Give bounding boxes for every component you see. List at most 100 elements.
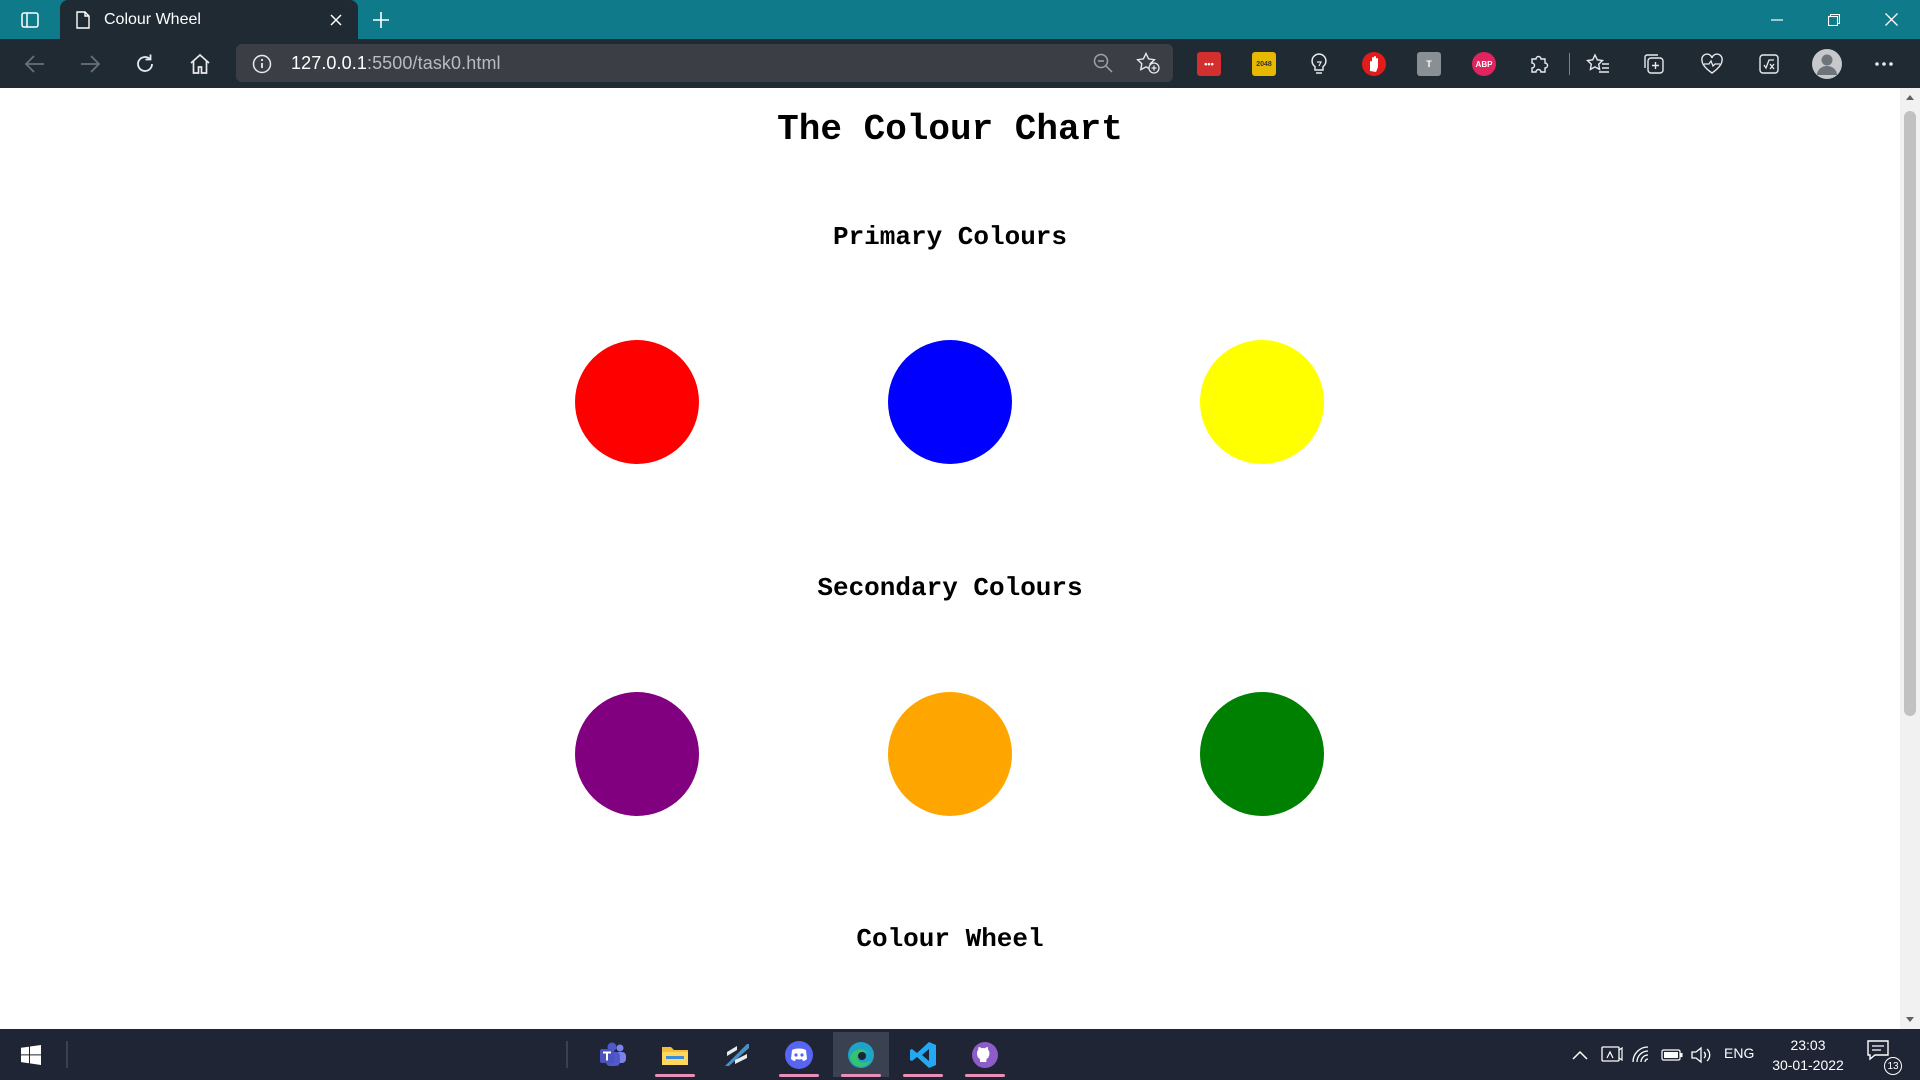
show-hidden-icons-button[interactable] (1568, 1043, 1592, 1067)
discord-app[interactable] (771, 1032, 827, 1077)
favorites-star-icon (1586, 53, 1609, 73)
dots-extension-icon[interactable]: ••• (1197, 52, 1221, 76)
scroll-down-button[interactable] (1900, 1011, 1920, 1029)
page-title: The Colour Chart (777, 109, 1123, 150)
folder-icon (662, 1046, 688, 1065)
notification-count-badge: 13 (1884, 1057, 1902, 1075)
colour-wheel-heading: Colour Wheel (856, 924, 1044, 954)
editor-icon (725, 1043, 749, 1066)
close-window-icon (1884, 13, 1898, 26)
back-button[interactable] (17, 46, 53, 82)
caret-up-icon (1906, 95, 1914, 100)
extensions-puzzle-icon[interactable] (1527, 52, 1551, 76)
battery-tray-icon[interactable] (1660, 1043, 1684, 1067)
language-indicator[interactable]: ENG (1724, 1045, 1754, 1061)
page-icon (76, 10, 90, 29)
address-bar[interactable]: 127.0.0.1:5500/task0.html (236, 44, 1173, 82)
running-indicator (965, 1074, 1005, 1077)
secondary-circle-green (1200, 692, 1324, 816)
close-icon (330, 13, 342, 26)
windows-logo-icon (21, 1044, 41, 1065)
primary-circle-blue (888, 340, 1012, 464)
network-tray-icon[interactable] (1630, 1043, 1654, 1067)
home-button[interactable] (182, 46, 218, 82)
collections-button[interactable] (1642, 52, 1666, 76)
scroll-up-button[interactable] (1900, 88, 1920, 106)
sublime-app[interactable] (709, 1032, 765, 1077)
arrow-right-icon (81, 55, 100, 73)
tab-actions-button[interactable] (10, 6, 50, 33)
site-info-icon[interactable] (252, 54, 272, 74)
primary-colours-heading: Primary Colours (832, 222, 1068, 252)
hand-extension-icon[interactable] (1362, 52, 1386, 76)
scrollbar-thumb[interactable] (1904, 111, 1916, 716)
url-text[interactable]: 127.0.0.1:5500/task0.html (291, 53, 501, 74)
github-desktop-app[interactable] (957, 1032, 1013, 1077)
refresh-button[interactable] (127, 46, 163, 82)
discord-icon (785, 1040, 813, 1069)
tab-colour-wheel[interactable]: Colour Wheel (60, 0, 358, 39)
minimize-button[interactable] (1748, 0, 1806, 39)
taskbar-clock[interactable]: 23:03 30-01-2022 (1766, 1035, 1850, 1075)
restore-button[interactable] (1805, 0, 1863, 39)
url-path: :5500/task0.html (366, 53, 501, 73)
meet-now-button[interactable] (1600, 1043, 1624, 1067)
windows-taskbar: ENG 23:03 30-01-2022 13 (0, 1029, 1920, 1080)
browser-essentials-button[interactable] (1700, 52, 1724, 76)
file-explorer-app[interactable] (647, 1032, 703, 1077)
volume-tray-icon[interactable] (1690, 1043, 1714, 1067)
running-indicator (655, 1074, 695, 1077)
notification-center-button[interactable]: 13 (1866, 1039, 1902, 1075)
chevron-up-icon (1572, 1050, 1588, 1060)
arrow-left-icon (25, 55, 44, 73)
heart-pulse-icon (1701, 53, 1723, 74)
browser-toolbar: 127.0.0.1:5500/task0.html ••• 2048 T ABP (0, 39, 1920, 88)
url-host: 127.0.0.1 (291, 53, 367, 73)
adblock-plus-icon[interactable]: ABP (1472, 52, 1496, 76)
speaker-icon (1691, 1046, 1711, 1064)
github-icon (972, 1041, 998, 1068)
clock-time: 23:03 (1790, 1037, 1826, 1053)
tab-strip: Colour Wheel (0, 0, 1920, 39)
bulb-extension-icon[interactable] (1307, 52, 1331, 76)
running-indicator (779, 1074, 819, 1077)
camera-tray-icon (1601, 1046, 1623, 1062)
math-solver-button[interactable] (1757, 52, 1781, 76)
notification-icon (1867, 1040, 1889, 1061)
taskbar-separator (66, 1041, 68, 1068)
math-solver-icon (1759, 54, 1779, 74)
profile-avatar[interactable] (1812, 49, 1842, 79)
teams-app[interactable] (585, 1032, 641, 1077)
settings-more-button[interactable] (1872, 52, 1896, 76)
2048-extension-icon[interactable]: 2048 (1252, 52, 1276, 76)
refresh-icon (137, 54, 153, 72)
wifi-icon (1632, 1046, 1649, 1063)
forward-button[interactable] (72, 46, 108, 82)
edge-icon (848, 1041, 874, 1068)
edge-app[interactable] (833, 1032, 889, 1077)
zoom-icon[interactable] (1093, 53, 1113, 73)
teams-icon (600, 1042, 626, 1066)
tab-close-button[interactable] (320, 4, 352, 36)
clock-date: 30-01-2022 (1772, 1057, 1844, 1073)
new-tab-button[interactable] (364, 4, 398, 36)
close-window-button[interactable] (1862, 0, 1920, 39)
translate-extension-icon[interactable]: T (1417, 52, 1441, 76)
more-horizontal-icon (1875, 62, 1893, 66)
person-icon (1817, 54, 1837, 75)
running-indicator (903, 1074, 943, 1077)
secondary-circle-purple (575, 692, 699, 816)
favorites-button[interactable] (1586, 52, 1610, 76)
vertical-scrollbar[interactable] (1900, 88, 1920, 1029)
minimize-icon (1771, 18, 1783, 21)
secondary-colours-heading: Secondary Colours (817, 573, 1083, 603)
battery-icon (1661, 1049, 1683, 1061)
add-favorite-icon[interactable] (1136, 52, 1160, 74)
start-button[interactable] (3, 1032, 59, 1077)
plus-icon (373, 12, 389, 28)
vscode-app[interactable] (895, 1032, 951, 1077)
tab-actions-icon (21, 11, 39, 28)
hand-icon (1370, 56, 1378, 72)
restore-icon (1828, 13, 1840, 26)
collections-icon (1644, 54, 1664, 74)
